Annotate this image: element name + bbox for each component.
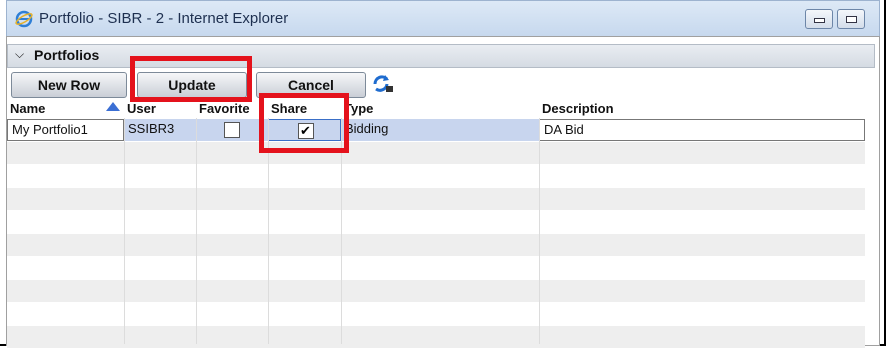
user-cell[interactable]: SSIBR3 <box>124 119 196 141</box>
favorite-checkbox[interactable] <box>224 122 240 138</box>
share-highlight-box <box>259 93 349 153</box>
column-divider <box>124 118 125 344</box>
column-header-user[interactable]: User <box>124 101 196 118</box>
minimize-button[interactable] <box>805 9 833 29</box>
title-bar: Portfolio - SIBR - 2 - Internet Explorer <box>6 0 880 37</box>
table-row[interactable] <box>7 303 865 325</box>
table-row[interactable] <box>7 188 865 210</box>
column-divider <box>196 118 197 344</box>
column-header-description[interactable]: Description <box>539 101 865 118</box>
update-highlight-box <box>130 56 252 102</box>
table-row[interactable] <box>7 211 865 233</box>
chevron-down-icon[interactable]: ⌵ <box>15 47 24 62</box>
portfolio-panel: ⌵ Portfolios New Row Update Cancel Name … <box>6 36 880 348</box>
window-title: Portfolio - SIBR - 2 - Internet Explorer <box>39 10 289 27</box>
table-row[interactable] <box>7 165 865 187</box>
refresh-icon[interactable] <box>372 74 394 94</box>
column-divider <box>539 118 540 344</box>
name-cell[interactable]: My Portfolio1 <box>7 119 124 141</box>
table-row[interactable] <box>7 234 865 256</box>
table-row[interactable] <box>7 257 865 279</box>
description-cell[interactable]: DA Bid <box>539 119 865 141</box>
minimize-icon <box>814 18 825 23</box>
column-header-favorite[interactable]: Favorite <box>196 101 268 118</box>
column-header-type[interactable]: Type <box>341 101 539 118</box>
table-row[interactable] <box>7 142 865 164</box>
maximize-button[interactable] <box>837 9 865 29</box>
new-row-button[interactable]: New Row <box>11 72 127 98</box>
table-row[interactable] <box>7 326 865 348</box>
sort-ascending-icon[interactable] <box>106 102 120 111</box>
maximize-icon <box>846 16 857 23</box>
table-row[interactable] <box>7 280 865 302</box>
favorite-cell[interactable] <box>196 119 268 141</box>
internet-explorer-icon <box>15 10 33 28</box>
section-title: Portfolios <box>34 47 100 63</box>
type-cell[interactable]: Bidding <box>341 119 539 141</box>
table-row[interactable]: My Portfolio1SSIBR3 BiddingDA Bid <box>7 119 865 141</box>
